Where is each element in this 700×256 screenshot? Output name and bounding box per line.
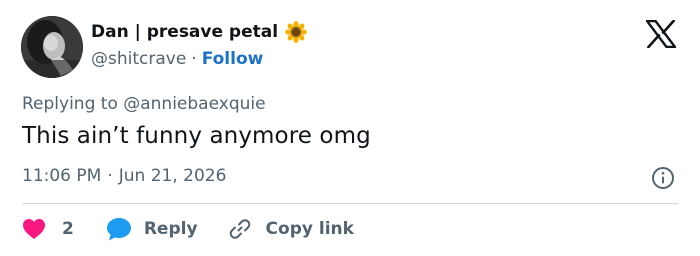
follow-button[interactable]: Follow (202, 49, 264, 69)
x-logo-icon[interactable] (644, 19, 678, 49)
reply-button[interactable]: Reply (106, 217, 198, 241)
sunflower-icon (285, 21, 308, 43)
copy-link-label: Copy link (265, 219, 354, 239)
author-handle[interactable]: @shitcrave (91, 49, 186, 69)
like-button[interactable]: 2 (22, 218, 74, 240)
author-display-name[interactable]: Dan | presave petal (91, 22, 278, 42)
info-icon[interactable] (651, 166, 675, 190)
avatar[interactable] (21, 16, 83, 78)
author-name-row: Dan | presave petal (91, 21, 308, 43)
author-handle-row: @shitcrave · Follow (91, 49, 263, 69)
heart-icon (23, 219, 45, 239)
avatar-image (21, 16, 83, 78)
meta-separator: · (107, 166, 113, 186)
copy-link-button[interactable]: Copy link (228, 217, 354, 241)
divider (22, 203, 678, 204)
tweet-text: This ain’t funny anymore omg (22, 123, 371, 149)
like-count: 2 (62, 219, 74, 239)
tweet-time: 11:06 PM (22, 166, 102, 186)
replying-to[interactable]: Replying to @anniebaexquie (22, 94, 266, 114)
handle-separator: · (191, 49, 197, 69)
action-bar: 2 Reply Copy link (22, 216, 354, 242)
reply-bubble-icon (106, 218, 131, 241)
link-icon (229, 219, 250, 239)
tweet-date: Jun 21, 2026 (118, 166, 227, 186)
tweet-timestamp[interactable]: 11:06 PM · Jun 21, 2026 (22, 166, 226, 186)
reply-label: Reply (143, 219, 198, 239)
